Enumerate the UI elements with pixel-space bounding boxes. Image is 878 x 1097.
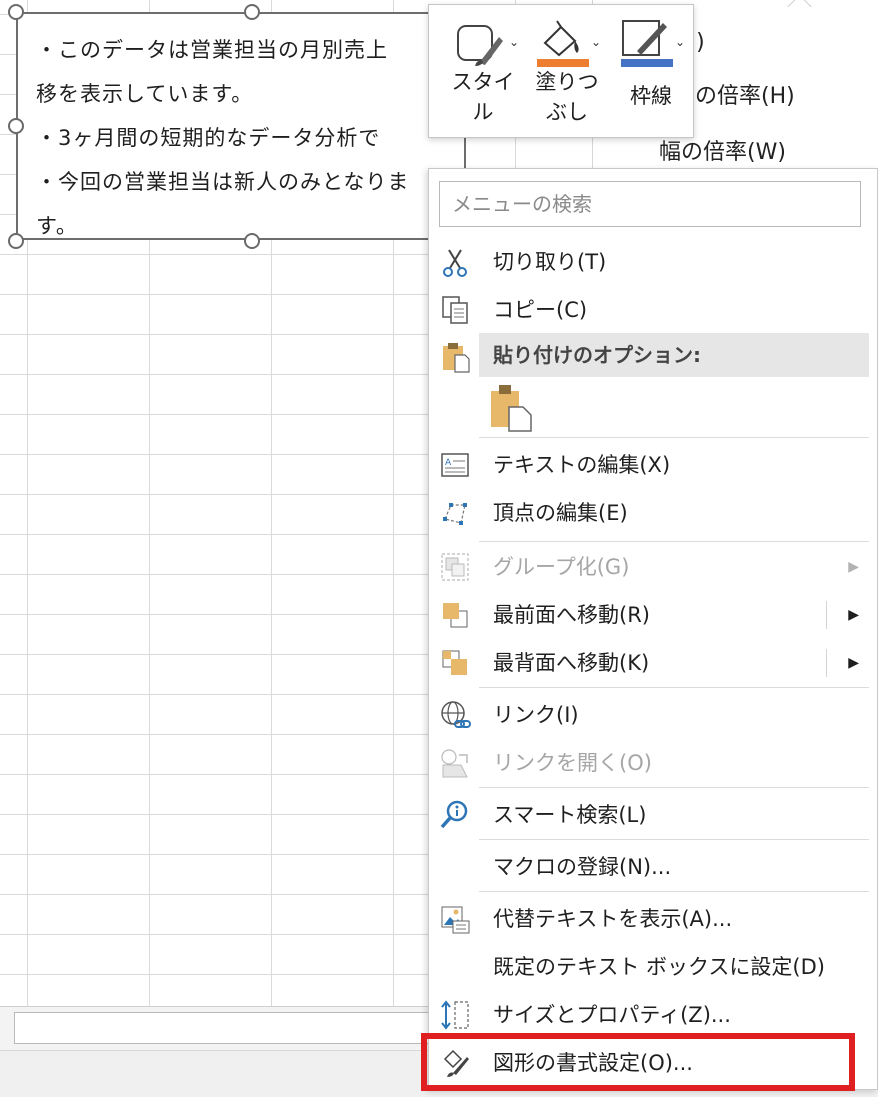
menu-item-copy[interactable]: コピー(C) [429,286,877,334]
menu-item-label: コピー(C) [493,298,588,322]
width-scale-label[interactable]: 幅の倍率(W) [659,134,786,166]
menu-item-label: 既定のテキスト ボックスに設定(D) [493,955,825,979]
context-menu: 切り取り(T) コピー(C) 貼り付けのオプション: A [428,168,878,1090]
alt-text-icon [441,906,470,934]
paste-options-header: 貼り付けのオプション: [479,333,869,377]
fill-label-2: ぶし [546,100,588,124]
menu-separator [479,687,869,688]
fill-label: 塗りつ [535,70,599,94]
menu-separator [479,839,869,840]
shape-fill-button[interactable]: ⌄ 塗りつ ぶし [527,5,607,137]
menu-item-label: テキストの編集(X) [493,453,671,477]
clipboard-paste-icon [491,385,532,432]
fill-color-swatch [537,59,589,67]
size-properties-icon [441,1000,469,1030]
paste-options-label: 貼り付けのオプション: [493,343,701,367]
bring-to-front-icon [443,603,468,628]
copy-icon [442,296,468,324]
svg-text:A: A [445,458,452,468]
resize-handle-left[interactable] [8,118,24,134]
shape-style-button[interactable]: ⌄ スタイ ル [443,5,523,137]
menu-separator [479,787,869,788]
paste-keep-formatting-button[interactable] [489,383,535,433]
style-label: スタイ [451,70,515,94]
menu-separator [479,437,869,438]
submenu-arrow-icon[interactable]: ▶ [848,639,859,687]
chevron-down-icon: ⌄ [591,35,602,49]
menu-item-label: 図形の書式設定(O)... [493,1051,693,1075]
scissors-icon [443,249,467,277]
pane-notch [787,0,812,19]
menu-search-input[interactable] [440,182,860,226]
open-link-icon [441,749,468,778]
group-icon [441,553,469,581]
text-box-shape[interactable]: ・このデータは営業担当の月別売上 移を表示しています。 ・3ヶ月間の短期的なデー… [16,12,466,240]
menu-item-cut[interactable]: 切り取り(T) [429,238,877,286]
menu-search-box[interactable] [439,181,861,227]
menu-item-label: 最背面へ移動(K) [493,651,650,675]
menu-item-label: グループ化(G) [493,555,630,579]
menu-item-set-default-textbox[interactable]: 既定のテキスト ボックスに設定(D) [429,943,877,991]
menu-item-edit-points[interactable]: 頂点の編集(E) [429,489,877,537]
edit-points-icon [443,503,467,525]
smart-lookup-icon [440,800,468,829]
shape-style-icon [457,25,503,66]
menu-item-format-shape[interactable]: 図形の書式設定(O)... [429,1039,877,1087]
chevron-down-icon: ⌄ [675,35,686,49]
submenu-arrow-icon[interactable]: ▶ [848,591,859,639]
split-divider [826,649,827,677]
menu-item-smart-lookup[interactable]: スマート検索(L) [429,791,877,839]
resize-handle-bottom-left[interactable] [8,233,24,249]
edit-text-icon: A [441,453,469,477]
format-shape-icon [443,1049,469,1077]
clipboard-icon [443,343,470,373]
globe-link-icon [441,701,471,728]
mini-toolbar: ⌄ スタイ ル ⌄ 塗りつ ぶし ⌄ 枠線 [428,4,694,138]
horizontal-scrollbar[interactable] [14,1012,436,1044]
resize-handle-bottom[interactable] [244,233,260,249]
send-to-back-icon [442,650,467,675]
menu-item-bring-to-front[interactable]: 最前面へ移動(R) ▶ [429,591,877,639]
menu-item-assign-macro[interactable]: マクロの登録(N)... [429,843,877,891]
resize-handle-top-left[interactable] [8,4,24,20]
menu-item-group[interactable]: グループ化(G) ▶ [429,543,877,591]
style-label-2: ル [472,100,494,124]
outline-label: 枠線 [630,84,672,108]
menu-item-label: 頂点の編集(E) [493,501,628,525]
menu-item-edit-text[interactable]: A テキストの編集(X) [429,441,877,489]
menu-item-alt-text[interactable]: 代替テキストを表示(A)... [429,895,877,943]
paint-bucket-icon [537,20,589,67]
menu-item-label: リンクを開く(O) [493,751,652,775]
pen-outline-icon [621,20,673,67]
menu-item-label: マクロの登録(N)... [493,855,672,879]
menu-item-label: 最前面へ移動(R) [493,603,650,627]
split-divider [826,601,827,629]
resize-handle-top[interactable] [244,4,260,20]
menu-item-label: 代替テキストを表示(A)... [493,907,733,931]
outline-color-swatch [621,59,673,67]
menu-item-label: サイズとプロパティ(Z)... [493,1003,731,1027]
shape-outline-button[interactable]: ⌄ 枠線 [611,5,691,137]
menu-item-label: 切り取り(T) [493,250,607,274]
menu-separator [479,541,869,542]
menu-item-label: リンク(I) [493,703,579,727]
menu-item-size-properties[interactable]: サイズとプロパティ(Z)... [429,991,877,1039]
menu-item-send-to-back[interactable]: 最背面へ移動(K) ▶ [429,639,877,687]
chevron-down-icon: ⌄ [509,35,520,49]
submenu-arrow-icon: ▶ [848,559,859,575]
menu-item-open-link[interactable]: リンクを開く(O) [429,739,877,787]
menu-item-link[interactable]: リンク(I) [429,691,877,739]
menu-separator [479,891,869,892]
menu-item-label: スマート検索(L) [493,803,647,827]
